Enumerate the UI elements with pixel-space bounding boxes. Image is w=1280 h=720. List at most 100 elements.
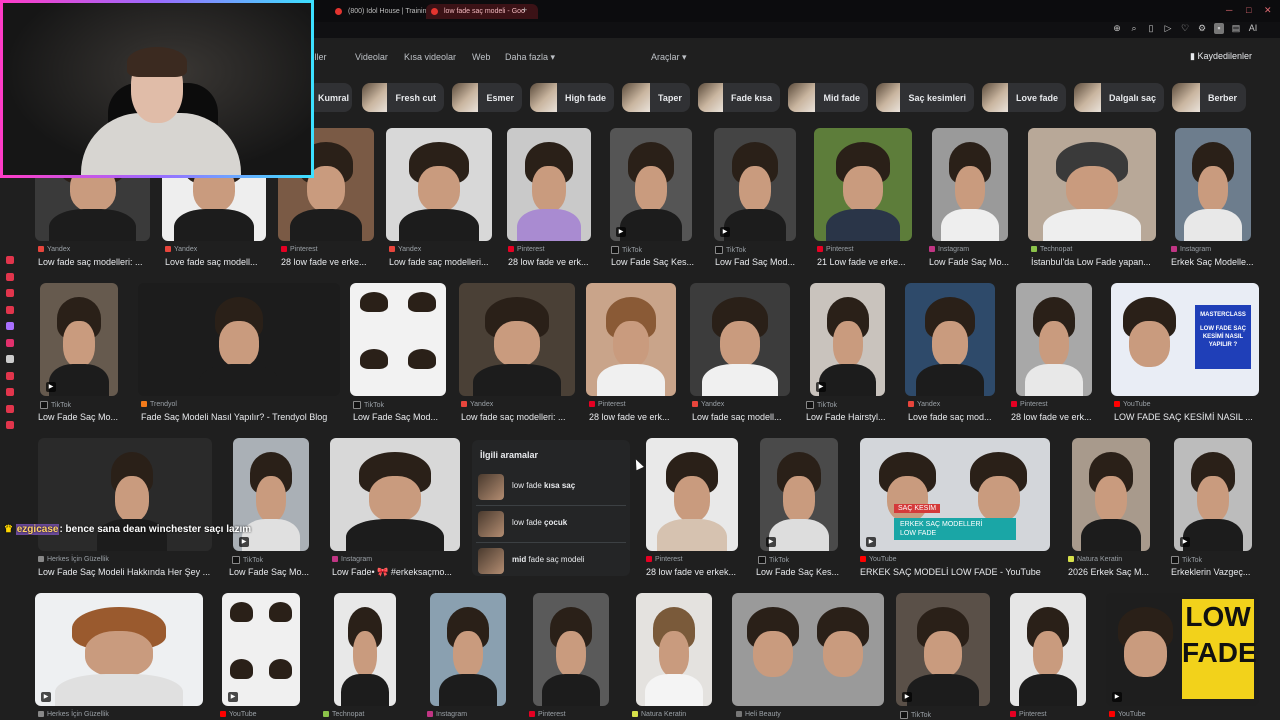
image-result[interactable]: ▶ xyxy=(222,593,300,706)
result-title[interactable]: Low Fade Saç Mo... xyxy=(229,567,313,577)
image-result[interactable] xyxy=(646,438,738,551)
image-result[interactable] xyxy=(334,593,396,706)
chip-high-fade[interactable]: High fade xyxy=(530,83,614,112)
saved-button[interactable]: ▮ Kaydedilenler xyxy=(1190,51,1252,62)
profile-icon[interactable]: ▪ xyxy=(1214,23,1224,34)
result-title[interactable]: Fade Saç Modeli Nasıl Yapılır? - Trendyo… xyxy=(141,412,341,422)
result-title[interactable]: ERKEK SAÇ MODELİ LOW FADE - YouTube xyxy=(860,567,1050,577)
caption-sac-kesim: SAÇ KESİM xyxy=(894,504,941,513)
extensions-icon[interactable]: ⚙ xyxy=(1197,23,1207,34)
result-title[interactable]: Low Fade Saç Mo... xyxy=(929,257,1017,267)
divider xyxy=(476,505,626,506)
image-result[interactable] xyxy=(690,283,790,396)
related-search-item[interactable]: low fade çocuk xyxy=(476,509,626,539)
image-result[interactable]: ▶ xyxy=(896,593,990,706)
search-icon[interactable]: ⌕ xyxy=(1129,23,1139,34)
image-result[interactable] xyxy=(386,128,492,241)
tab-more[interactable]: Daha fazla ▾ xyxy=(505,52,555,63)
image-result[interactable] xyxy=(586,283,676,396)
result-title[interactable]: Love fade saç mod... xyxy=(908,412,998,422)
result-title[interactable]: 28 low fade ve erk... xyxy=(508,257,600,267)
chip-sac-kesimleri[interactable]: Saç kesimleri xyxy=(876,83,974,112)
result-title[interactable]: 2026 Erkek Saç M... xyxy=(1068,567,1154,577)
image-result[interactable] xyxy=(1010,593,1086,706)
image-result[interactable]: ▶ xyxy=(610,128,692,241)
result-title[interactable]: 28 low fade ve erk... xyxy=(589,412,679,422)
image-result[interactable]: ▶ xyxy=(714,128,796,241)
image-result[interactable] xyxy=(430,593,506,706)
result-title[interactable]: Low Fad Saç Mod... xyxy=(715,257,807,267)
zoom-icon[interactable]: ⊕ xyxy=(1112,23,1122,34)
play-icon[interactable]: ▷ xyxy=(1163,23,1173,34)
result-title[interactable]: Low Fade Saç Mo... xyxy=(38,412,122,422)
result-title[interactable]: Low Fade Saç Mod... xyxy=(353,412,445,422)
image-result-youtube[interactable]: SAÇ KESİM ERKEK SAÇ MODELLERİ LOW FADE ▶ xyxy=(860,438,1050,551)
result-title[interactable]: 28 low fade ve erkek... xyxy=(646,567,742,577)
result-title[interactable]: İstanbul'da Low Fade yapan... xyxy=(1031,257,1161,267)
maximize-icon[interactable]: □ xyxy=(1246,5,1251,15)
ai-icon[interactable]: AI xyxy=(1248,23,1258,34)
result-title[interactable]: Low Fade Saç Kes... xyxy=(756,567,842,577)
result-title[interactable]: Low Fade Saç Modeli Hakkında Her Şey ... xyxy=(38,567,214,577)
tab-short-videos[interactable]: Kısa videolar xyxy=(404,52,456,62)
result-title[interactable]: Erkek Saç Modelle... xyxy=(1171,257,1257,267)
image-result[interactable]: ▶ xyxy=(35,593,203,706)
image-result[interactable]: ▶ xyxy=(40,283,118,396)
image-result[interactable] xyxy=(1175,128,1251,241)
related-search-item[interactable]: low fade kısa saç xyxy=(476,472,626,502)
result-title[interactable]: LOW FADE SAÇ KESİMİ NASIL ... xyxy=(1114,412,1260,422)
image-result[interactable] xyxy=(905,283,995,396)
chip-taper[interactable]: Taper xyxy=(622,83,690,112)
result-title[interactable]: Low fade saç modelleri: ... xyxy=(461,412,571,422)
result-title[interactable]: 28 low fade ve erk... xyxy=(1011,412,1101,422)
close-icon[interactable]: ✕ xyxy=(1264,5,1272,16)
image-result[interactable] xyxy=(636,593,712,706)
result-title[interactable]: Low Fade Hairstyl... xyxy=(806,412,890,422)
result-title[interactable]: Erkeklerin Vazgeç... xyxy=(1171,567,1259,577)
image-result[interactable]: ▶ xyxy=(760,438,838,551)
video-play-icon: ▶ xyxy=(902,692,912,702)
image-result[interactable] xyxy=(533,593,609,706)
image-result[interactable]: ▶ xyxy=(1174,438,1252,551)
chip-fade-kisa[interactable]: Fade kısa xyxy=(698,83,780,112)
chip-berber[interactable]: Berber xyxy=(1172,83,1246,112)
bookmark-icon[interactable]: ▯ xyxy=(1146,23,1156,34)
chip-mid-fade[interactable]: Mid fade xyxy=(788,83,868,112)
minimize-icon[interactable]: ─ xyxy=(1226,5,1232,15)
chip-esmer[interactable]: Esmer xyxy=(452,83,522,112)
image-result[interactable] xyxy=(459,283,575,396)
result-title[interactable]: Love fade saç modell... xyxy=(165,257,265,267)
image-result[interactable] xyxy=(138,283,340,396)
image-result-masterclass[interactable]: MASTERCLASS LOW FADE SAÇ KESİMİ NASIL YA… xyxy=(1111,283,1259,396)
chip-love-fade[interactable]: Love fade xyxy=(982,83,1066,112)
result-title[interactable]: Low fade saç modell... xyxy=(692,412,790,422)
image-result[interactable] xyxy=(507,128,591,241)
tab-web[interactable]: Web xyxy=(472,52,490,62)
result-source: Yandex xyxy=(461,401,493,408)
image-result[interactable] xyxy=(732,593,884,706)
result-title[interactable]: Low fade saç modelleri: ... xyxy=(38,257,150,267)
new-tab-button[interactable]: + xyxy=(522,5,527,15)
image-result[interactable] xyxy=(350,283,446,396)
heart-icon[interactable]: ♡ xyxy=(1180,23,1190,34)
related-search-item[interactable]: mid fade saç modeli xyxy=(476,546,626,576)
sidebar-icon[interactable]: ▤ xyxy=(1231,23,1241,34)
image-result[interactable] xyxy=(1072,438,1150,551)
result-title[interactable]: 21 Low fade ve erke... xyxy=(817,257,921,267)
image-result[interactable] xyxy=(330,438,460,551)
chip-dalgali-sac[interactable]: Dalgalı saç xyxy=(1074,83,1164,112)
result-title[interactable]: Low fade saç modelleri... xyxy=(389,257,495,267)
result-title[interactable]: Low Fade• 🎀 #erkeksaçmo... xyxy=(332,567,460,578)
chip-fresh-cut[interactable]: Fresh cut xyxy=(362,83,444,112)
image-result[interactable] xyxy=(932,128,1008,241)
tab-videos[interactable]: Videolar xyxy=(355,52,388,62)
image-result[interactable] xyxy=(814,128,912,241)
chip-kumral[interactable]: Kumral xyxy=(308,83,352,112)
tools-button[interactable]: Araçlar ▾ xyxy=(651,52,687,63)
image-result[interactable] xyxy=(1016,283,1092,396)
result-title[interactable]: 28 low fade ve erke... xyxy=(281,257,377,267)
image-result-low-fade[interactable]: LOW FADE ▶ xyxy=(1106,593,1259,706)
image-result[interactable] xyxy=(1028,128,1156,241)
image-result[interactable]: ▶ xyxy=(810,283,885,396)
result-title[interactable]: Low Fade Saç Kes... xyxy=(611,257,703,267)
